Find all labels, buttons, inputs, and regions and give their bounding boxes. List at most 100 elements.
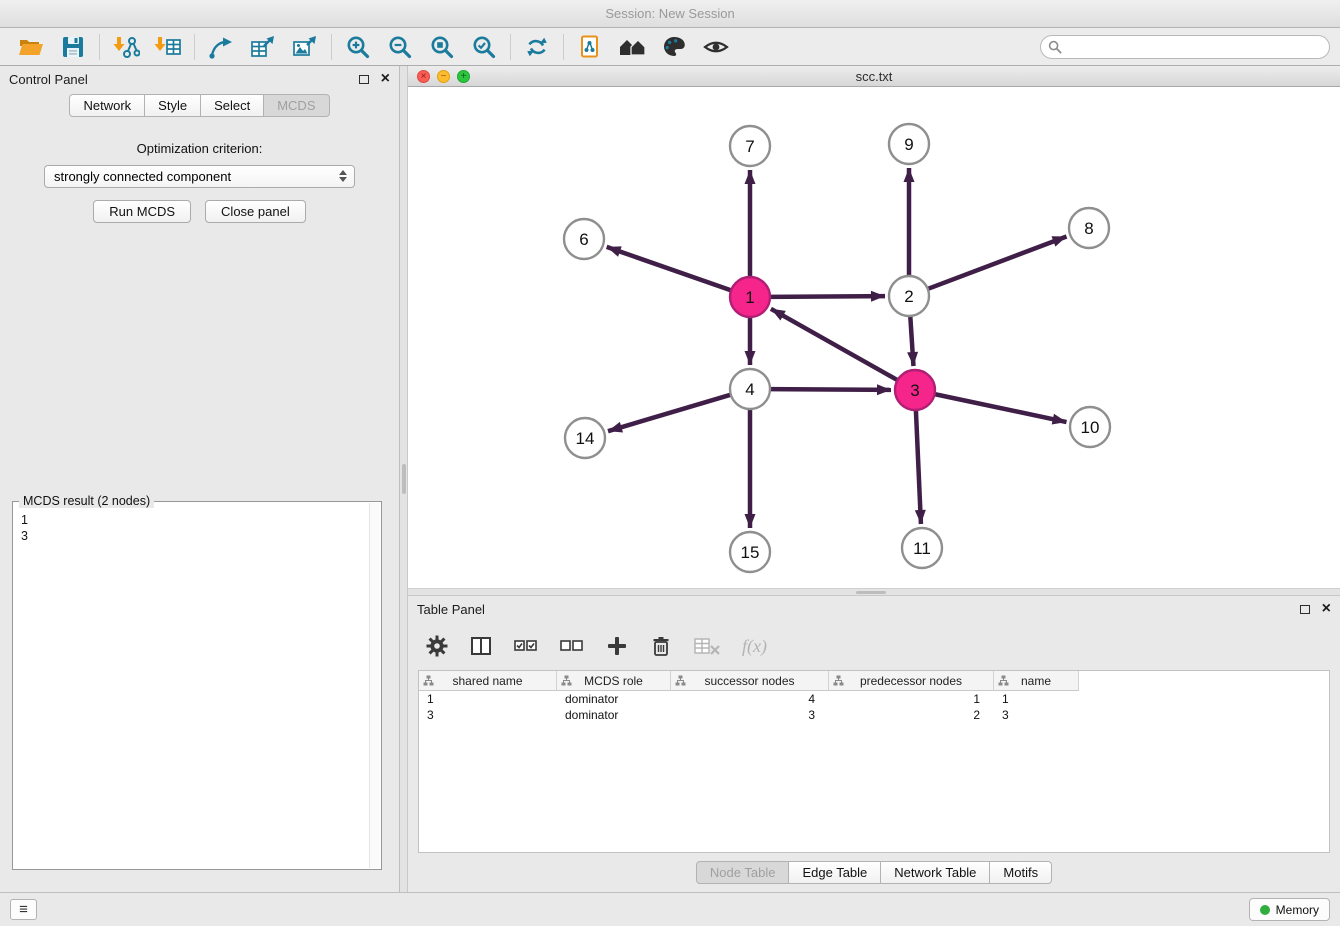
- column-header-name[interactable]: name: [994, 671, 1079, 691]
- window-zoom-button[interactable]: +: [457, 70, 470, 83]
- select-all-icon: [514, 639, 538, 653]
- svg-text:15: 15: [741, 543, 760, 562]
- show-hide-button[interactable]: [695, 31, 737, 63]
- graph-node-10[interactable]: 10: [1070, 407, 1110, 447]
- memory-button[interactable]: Memory: [1249, 898, 1330, 921]
- network-window-titlebar: × − + scc.txt: [408, 66, 1340, 87]
- import-network-icon: [112, 34, 140, 60]
- close-panel-button[interactable]: Close panel: [205, 200, 306, 223]
- result-scrollbar[interactable]: [369, 503, 380, 868]
- table-tabs: Node TableEdge TableNetwork TableMotifs: [408, 853, 1340, 892]
- horizontal-splitter[interactable]: [408, 588, 1340, 596]
- graph-node-2[interactable]: 2: [889, 276, 929, 316]
- show-columns-button[interactable]: [470, 636, 492, 656]
- zoom-selected-button[interactable]: [463, 31, 505, 63]
- zoom-fit-button[interactable]: [421, 31, 463, 63]
- graph-edge-3-11[interactable]: [916, 410, 921, 524]
- graph-node-15[interactable]: 15: [730, 532, 770, 572]
- splitter-grip[interactable]: [856, 591, 886, 594]
- tab-mcds[interactable]: MCDS: [263, 94, 329, 117]
- tab-select[interactable]: Select: [200, 94, 264, 117]
- float-panel-icon[interactable]: [1300, 605, 1310, 614]
- graph-node-11[interactable]: 11: [902, 528, 942, 568]
- graph-edge-3-1[interactable]: [771, 309, 898, 380]
- zoom-in-button[interactable]: [337, 31, 379, 63]
- export-image-button[interactable]: [284, 31, 326, 63]
- table-header-row: shared nameMCDS rolesuccessor nodesprede…: [419, 671, 1329, 691]
- refresh-button[interactable]: [516, 31, 558, 63]
- close-panel-icon[interactable]: ×: [381, 71, 390, 87]
- vertical-splitter[interactable]: [400, 66, 408, 892]
- column-header-shared-name[interactable]: shared name: [419, 671, 557, 691]
- graph-edge-3-10[interactable]: [935, 394, 1067, 422]
- table-row[interactable]: 1dominator411: [419, 691, 1329, 707]
- column-header-successor-nodes[interactable]: successor nodes: [671, 671, 829, 691]
- graph-node-1[interactable]: 1: [730, 277, 770, 317]
- import-network-button[interactable]: [105, 31, 147, 63]
- graph-node-3[interactable]: 3: [895, 370, 935, 410]
- zoom-out-button[interactable]: [379, 31, 421, 63]
- refresh-icon: [524, 34, 550, 60]
- table-settings-button[interactable]: [426, 635, 448, 657]
- network-canvas[interactable]: 7 9 6 8 1 2 4 3 14 10 15 11: [408, 87, 1340, 588]
- graph-node-14[interactable]: 14: [565, 418, 605, 458]
- result-line: 3: [21, 528, 373, 544]
- tab-motifs[interactable]: Motifs: [989, 861, 1052, 884]
- graph-node-8[interactable]: 8: [1069, 208, 1109, 248]
- tab-edge-table[interactable]: Edge Table: [788, 861, 881, 884]
- delete-row-button[interactable]: [650, 635, 672, 657]
- trash-icon: [650, 635, 672, 657]
- graph-edge-1-2[interactable]: [770, 296, 885, 297]
- svg-text:4: 4: [745, 380, 754, 399]
- table-cell: dominator: [557, 691, 671, 707]
- add-row-button[interactable]: [606, 635, 628, 657]
- toolbar-separator: [510, 34, 511, 60]
- tab-network-table[interactable]: Network Table: [880, 861, 990, 884]
- export-network-button[interactable]: [200, 31, 242, 63]
- graph-edge-1-6[interactable]: [607, 247, 731, 290]
- control-panel: Control Panel × NetworkStyleSelectMCDS O…: [0, 66, 400, 892]
- splitter-grip[interactable]: [402, 464, 406, 494]
- control-panel-tabs: NetworkStyleSelectMCDS: [0, 94, 399, 117]
- graph-node-6[interactable]: 6: [564, 219, 604, 259]
- toolbar-separator: [331, 34, 332, 60]
- panel-menu-button[interactable]: ≡: [10, 899, 37, 920]
- select-all-button[interactable]: [514, 639, 538, 653]
- save-session-button[interactable]: [52, 31, 94, 63]
- table-row[interactable]: 3dominator323: [419, 707, 1329, 723]
- deselect-all-button[interactable]: [560, 639, 584, 653]
- tab-style[interactable]: Style: [144, 94, 201, 117]
- float-panel-icon[interactable]: [359, 75, 369, 84]
- export-table-button[interactable]: [242, 31, 284, 63]
- graph-edge-2-3[interactable]: [910, 316, 913, 366]
- close-panel-icon[interactable]: ×: [1322, 601, 1331, 617]
- graph-edge-4-3[interactable]: [770, 389, 891, 390]
- mcds-result-box: MCDS result (2 nodes) 13: [12, 501, 382, 870]
- home-button[interactable]: [611, 31, 653, 63]
- search-input[interactable]: [1040, 35, 1330, 59]
- table-panel-title: Table Panel: [417, 602, 485, 617]
- window-close-button[interactable]: ×: [417, 70, 430, 83]
- open-session-button[interactable]: [10, 31, 52, 63]
- table-cell: 4: [671, 691, 829, 707]
- column-header-MCDS-role[interactable]: MCDS role: [557, 671, 671, 691]
- graph-node-4[interactable]: 4: [730, 369, 770, 409]
- graph-node-7[interactable]: 7: [730, 126, 770, 166]
- import-table-button[interactable]: [147, 31, 189, 63]
- mcds-result-title: MCDS result (2 nodes): [19, 494, 154, 508]
- criterion-dropdown[interactable]: strongly connected component: [44, 165, 355, 188]
- tab-network[interactable]: Network: [69, 94, 145, 117]
- copy-view-button[interactable]: [569, 31, 611, 63]
- column-header-predecessor-nodes[interactable]: predecessor nodes: [829, 671, 994, 691]
- svg-text:6: 6: [579, 230, 588, 249]
- graph-edge-2-8[interactable]: [928, 236, 1067, 288]
- graph-edge-4-14[interactable]: [608, 395, 731, 431]
- run-mcds-button[interactable]: Run MCDS: [93, 200, 191, 223]
- tab-node-table[interactable]: Node Table: [696, 861, 790, 884]
- style-paint-button[interactable]: [653, 31, 695, 63]
- window-minimize-button[interactable]: −: [437, 70, 450, 83]
- function-builder-button[interactable]: f(x): [742, 636, 767, 657]
- graph-node-9[interactable]: 9: [889, 124, 929, 164]
- delete-table-button[interactable]: [694, 637, 720, 655]
- style-paint-icon: [661, 35, 687, 59]
